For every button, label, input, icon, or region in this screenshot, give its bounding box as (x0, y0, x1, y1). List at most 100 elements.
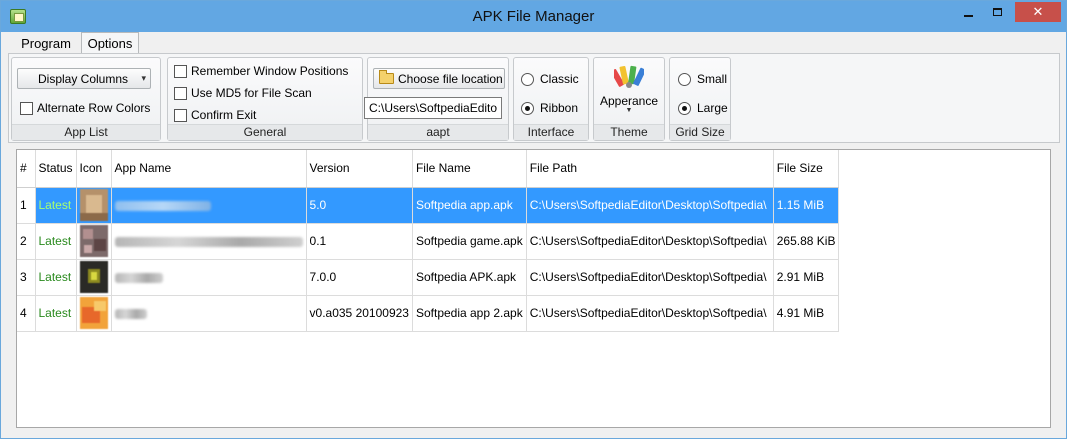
group-label-general: General (168, 124, 362, 140)
table-row[interactable]: 1 Latest 5.0 Softpedia app.apk C:\Users\… (17, 187, 840, 224)
close-button[interactable]: ✕ (1015, 2, 1061, 22)
maximize-icon (993, 8, 1002, 16)
group-label-app-list: App List (12, 124, 160, 140)
maximize-button[interactable] (984, 2, 1011, 22)
display-columns-button[interactable]: Display Columns ▾ (17, 68, 151, 89)
checkbox-icon (20, 101, 33, 115)
row-file-name: Softpedia app 2.apk (412, 295, 527, 332)
checkbox-icon (174, 64, 187, 78)
radio-icon (678, 72, 691, 86)
row-icon-cell (76, 187, 112, 224)
app-name-redacted (114, 308, 147, 319)
row-index: 1 (17, 187, 36, 224)
group-label-grid-size: Grid Size (670, 124, 730, 140)
interface-ribbon-radio[interactable]: Ribbon (521, 101, 578, 115)
tab-program[interactable]: Program (12, 32, 80, 54)
row-app-name (111, 295, 307, 332)
row-file-size: 1.15 MiB (773, 187, 840, 224)
row-file-size: 265.88 KiB (773, 223, 840, 260)
alternate-row-colors-label: Alternate Row Colors (37, 101, 151, 115)
row-index: 3 (17, 259, 36, 296)
tab-options[interactable]: Options (81, 32, 139, 55)
row-status: Latest (35, 295, 77, 332)
confirm-exit-label: Confirm Exit (191, 108, 257, 122)
grid-size-large-label: Large (697, 101, 728, 115)
checkbox-icon (174, 108, 187, 122)
column-header-version[interactable]: Version (306, 150, 413, 188)
row-file-path: C:\Users\SoftpediaEditor\Desktop\Softped… (526, 187, 774, 224)
app-icon (79, 297, 108, 329)
use-md5-label: Use MD5 for File Scan (191, 86, 312, 100)
row-file-name: Softpedia app.apk (412, 187, 527, 224)
app-name-redacted (114, 200, 211, 211)
grid-size-large-radio[interactable]: Large (678, 101, 728, 115)
use-md5-checkbox[interactable]: Use MD5 for File Scan (174, 86, 312, 100)
row-icon-cell (76, 259, 112, 296)
row-index: 4 (17, 295, 36, 332)
row-version: 5.0 (306, 187, 413, 224)
folder-icon (379, 70, 394, 84)
group-interface: Classic Ribbon Interface (513, 57, 589, 141)
row-icon-cell (76, 295, 112, 332)
chevron-down-icon: ▼ (625, 107, 633, 114)
confirm-exit-checkbox[interactable]: Confirm Exit (174, 108, 256, 122)
column-header-file-name[interactable]: File Name (412, 150, 527, 188)
row-app-name (111, 259, 307, 296)
app-icon (79, 225, 108, 257)
choose-file-location-label: Choose file location (398, 72, 503, 86)
interface-ribbon-label: Ribbon (540, 101, 579, 115)
grid-size-small-radio[interactable]: Small (678, 72, 727, 86)
group-aapt: Choose file location aapt (364, 57, 509, 141)
close-icon: ✕ (1032, 4, 1044, 19)
column-header-icon[interactable]: Icon (76, 150, 112, 188)
remember-window-positions-checkbox[interactable]: Remember Window Positions (174, 64, 348, 78)
choose-file-location-button[interactable]: Choose file location (373, 68, 505, 89)
chevron-down-icon: ▾ (141, 73, 146, 83)
appearance-label: Apperance (599, 94, 659, 108)
interface-classic-radio[interactable]: Classic (521, 72, 579, 86)
title-bar[interactable]: APK File Manager ✕ (1, 1, 1066, 32)
minimize-icon (964, 15, 973, 17)
row-status: Latest (35, 259, 77, 296)
radio-selected-icon (521, 101, 534, 115)
aapt-path-input[interactable] (364, 97, 502, 119)
column-header-file-path[interactable]: File Path (526, 150, 774, 188)
row-file-name: Softpedia game.apk (412, 223, 527, 260)
row-version: 7.0.0 (306, 259, 413, 296)
app-grid[interactable]: # Status Icon App Name Version File Name… (16, 149, 1051, 428)
table-row[interactable]: 3 Latest 7.0.0 Softpedia APK.apk C:\User… (17, 259, 840, 296)
row-status: Latest (35, 223, 77, 260)
window-title: APK File Manager (472, 8, 595, 25)
row-version: 0.1 (306, 223, 413, 260)
app-table: # Status Icon App Name Version File Name… (17, 150, 840, 332)
minimize-button[interactable] (955, 2, 982, 22)
row-app-name (111, 223, 307, 260)
checkbox-icon (174, 86, 187, 100)
column-header-status[interactable]: Status (35, 150, 77, 188)
app-window: APK File Manager ✕ Program Options Displ… (0, 0, 1067, 439)
color-palette-icon (614, 65, 644, 88)
row-file-name: Softpedia APK.apk (412, 259, 527, 296)
row-file-path: C:\Users\SoftpediaEditor\Desktop\Softped… (526, 223, 774, 260)
column-header-file-size[interactable]: File Size (773, 150, 840, 188)
row-app-name (111, 187, 307, 224)
grid-size-small-label: Small (697, 72, 728, 86)
table-row[interactable]: 4 Latest v0.a035 20100923 Softpedia app … (17, 295, 840, 332)
table-row[interactable]: 2 Latest 0.1 Softpedia game.apk C:\Users… (17, 223, 840, 260)
remember-window-positions-label: Remember Window Positions (191, 64, 349, 78)
alternate-row-colors-checkbox[interactable]: Alternate Row Colors (20, 101, 150, 115)
group-label-theme: Theme (594, 124, 664, 140)
row-icon-cell (76, 223, 112, 260)
app-name-redacted (114, 272, 163, 283)
column-header-index[interactable]: # (17, 150, 36, 188)
row-file-size: 2.91 MiB (773, 259, 840, 296)
app-name-redacted (114, 236, 303, 247)
group-grid-size: Small Large Grid Size (669, 57, 731, 141)
row-index: 2 (17, 223, 36, 260)
appearance-button[interactable]: Apperance ▼ (594, 62, 664, 122)
row-version: v0.a035 20100923 (306, 295, 413, 332)
group-theme: Apperance ▼ Theme (593, 57, 665, 141)
column-header-app-name[interactable]: App Name (111, 150, 307, 188)
radio-selected-icon (678, 101, 691, 115)
interface-classic-label: Classic (540, 72, 579, 86)
